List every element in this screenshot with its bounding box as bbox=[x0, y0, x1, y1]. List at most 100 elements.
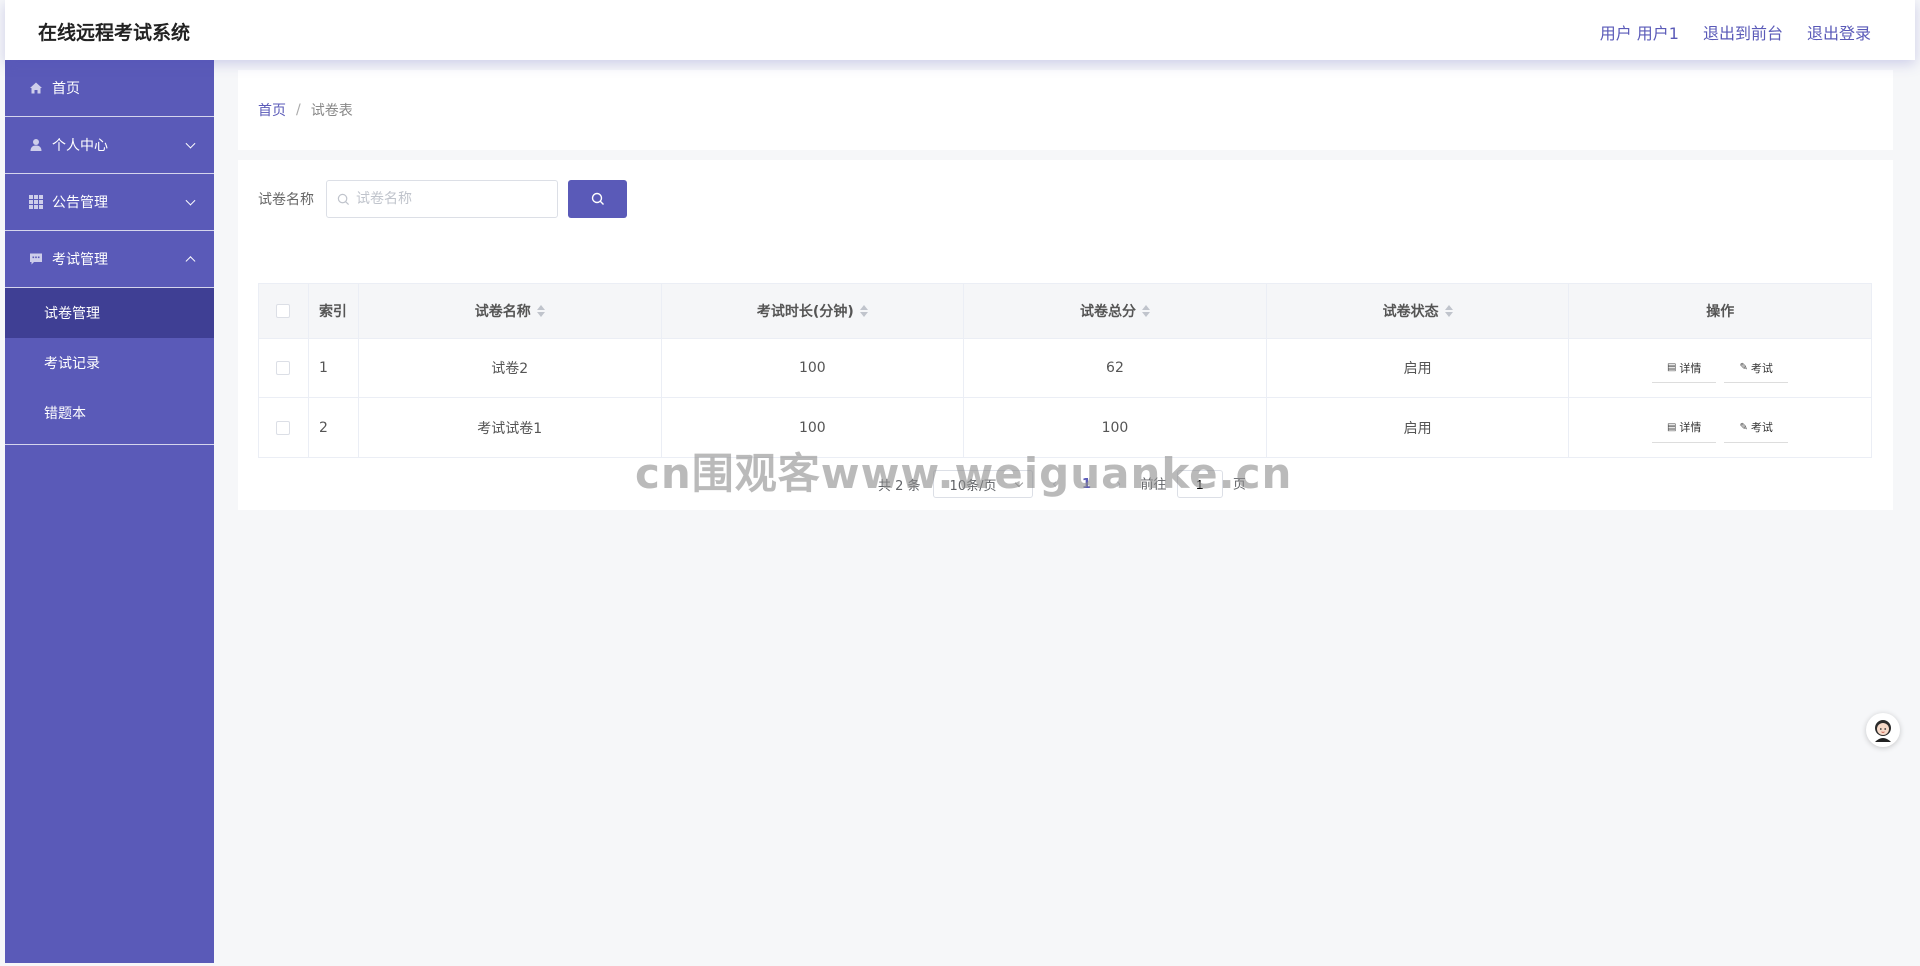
chevron-up-icon bbox=[185, 256, 196, 267]
detail-button[interactable]: ▤ 详情 bbox=[1652, 353, 1717, 383]
exam-submenu: 试卷管理 考试记录 错题本 bbox=[5, 288, 214, 445]
sidebar-item-home[interactable]: 首页 bbox=[5, 60, 214, 117]
sidebar-subitem-paper-manage[interactable]: 试卷管理 bbox=[5, 288, 214, 338]
goto-page: 前往 页 bbox=[1141, 470, 1246, 498]
back-to-front-link[interactable]: 退出到前台 bbox=[1703, 20, 1783, 44]
table-row: 2 考试试卷1 100 100 启用 ▤ 详情 ✎ 考试 bbox=[259, 398, 1871, 457]
row-checkbox-cell bbox=[259, 398, 309, 457]
user-icon bbox=[29, 138, 43, 152]
goto-suffix: 页 bbox=[1232, 477, 1246, 493]
pagination-total: 共 2 条 bbox=[878, 478, 921, 494]
detail-button[interactable]: ▤ 详情 bbox=[1652, 412, 1717, 443]
header-operations: 操作 bbox=[1706, 304, 1735, 320]
prev-page-button[interactable]: ‹ bbox=[1045, 477, 1065, 492]
next-page-button[interactable]: › bbox=[1109, 477, 1129, 492]
select-all-checkbox[interactable] bbox=[276, 304, 291, 318]
sidebar-subitem-wrong-book[interactable]: 错题本 bbox=[5, 388, 214, 438]
sidebar-item-personal[interactable]: 个人中心 bbox=[5, 117, 214, 174]
breadcrumb-separator: / bbox=[296, 102, 301, 118]
header-label: 试卷总分 bbox=[1079, 304, 1136, 320]
row-checkbox[interactable] bbox=[276, 420, 291, 435]
cell-index: 2 bbox=[309, 398, 359, 457]
header-index: 索引 bbox=[309, 284, 359, 338]
cell-duration: 100 bbox=[662, 339, 965, 397]
edit-icon: ✎ bbox=[1739, 362, 1748, 373]
cell-operations: ▤ 详情 ✎ 考试 bbox=[1569, 398, 1871, 457]
sidebar-item-label: 个人中心 bbox=[52, 138, 108, 154]
button-label: 详情 bbox=[1679, 421, 1702, 434]
exam-button[interactable]: ✎ 考试 bbox=[1724, 412, 1789, 443]
search-input[interactable] bbox=[356, 191, 536, 207]
cell-status: 启用 bbox=[1267, 398, 1570, 457]
header-checkbox-cell bbox=[259, 284, 309, 338]
chevron-down-icon bbox=[185, 138, 196, 149]
sidebar: 首页 个人中心 公告管理 考试管理 试卷管理 考试记录 错题本 bbox=[5, 60, 214, 963]
table-header-row: 索引 试卷名称 考试时长(分钟) 试卷总分 试卷状态 操作 bbox=[259, 284, 1871, 339]
cell-duration: 100 bbox=[662, 398, 965, 457]
search-input-wrapper bbox=[326, 180, 558, 218]
page-size-value: 10条/页 bbox=[949, 478, 997, 494]
header-status[interactable]: 试卷状态 bbox=[1267, 284, 1570, 338]
exam-button[interactable]: ✎ 考试 bbox=[1724, 353, 1789, 383]
header-label: 试卷状态 bbox=[1382, 304, 1439, 320]
logout-link[interactable]: 退出登录 bbox=[1807, 20, 1871, 44]
sort-icon[interactable] bbox=[859, 305, 868, 317]
message-icon bbox=[29, 252, 43, 266]
top-header: 在线远程考试系统 用户 用户1 退出到前台 退出登录 bbox=[5, 0, 1915, 60]
document-icon: ▤ bbox=[1666, 362, 1677, 373]
button-label: 考试 bbox=[1750, 421, 1773, 434]
search-label: 试卷名称 bbox=[258, 192, 314, 208]
cell-paper-name: 考试试卷1 bbox=[359, 398, 662, 457]
button-label: 考试 bbox=[1750, 361, 1773, 375]
cell-operations: ▤ 详情 ✎ 考试 bbox=[1569, 339, 1871, 397]
search-icon bbox=[591, 192, 604, 205]
goto-page-input[interactable] bbox=[1176, 470, 1223, 498]
table-row: 1 试卷2 100 62 启用 ▤ 详情 ✎ 考试 bbox=[259, 339, 1871, 398]
sidebar-item-notice[interactable]: 公告管理 bbox=[5, 174, 214, 231]
sidebar-item-label: 首页 bbox=[52, 81, 80, 97]
cell-total-score: 62 bbox=[964, 339, 1267, 397]
sort-icon[interactable] bbox=[536, 305, 545, 317]
row-checkbox-cell bbox=[259, 339, 309, 397]
chevron-down-icon bbox=[185, 195, 196, 206]
sort-icon[interactable] bbox=[1141, 305, 1150, 317]
edit-icon: ✎ bbox=[1739, 421, 1748, 433]
sidebar-item-exam[interactable]: 考试管理 bbox=[5, 231, 214, 288]
cell-index: 1 bbox=[309, 339, 359, 397]
header-paper-name[interactable]: 试卷名称 bbox=[359, 284, 662, 338]
button-label: 详情 bbox=[1679, 361, 1702, 375]
app-frame: 在线远程考试系统 用户 用户1 退出到前台 退出登录 首页 个人中心 公告管理 … bbox=[0, 0, 1920, 966]
sidebar-subitem-exam-record[interactable]: 考试记录 bbox=[5, 338, 214, 388]
page-number-current[interactable]: 1 bbox=[1077, 477, 1097, 492]
paper-table: 索引 试卷名称 考试时长(分钟) 试卷总分 试卷状态 操作 1 试卷2 100 … bbox=[258, 283, 1872, 458]
user-label[interactable]: 用户 用户1 bbox=[1600, 20, 1679, 44]
search-button[interactable] bbox=[568, 180, 627, 218]
row-checkbox[interactable] bbox=[276, 361, 291, 375]
sidebar-item-label: 公告管理 bbox=[52, 195, 108, 211]
search-icon bbox=[337, 193, 350, 205]
avatar-icon bbox=[1875, 720, 1891, 742]
page-size-select[interactable]: 10条/页 bbox=[932, 470, 1033, 498]
sort-icon[interactable] bbox=[1444, 305, 1453, 317]
content-card: 试卷名称 索引 试卷名称 考试时长(分钟) 试卷总分 试卷状态 操作 bbox=[238, 160, 1893, 510]
home-icon bbox=[29, 81, 43, 95]
document-icon: ▤ bbox=[1666, 421, 1677, 433]
breadcrumb: 首页 / 试卷表 bbox=[238, 70, 1893, 150]
pagination: 共 2 条 10条/页 ‹ 1 › 前往 页 bbox=[878, 470, 1246, 498]
chevron-down-icon bbox=[1014, 478, 1023, 488]
sidebar-item-label: 考试管理 bbox=[52, 252, 108, 268]
header-label: 试卷名称 bbox=[474, 304, 531, 320]
grid-icon bbox=[29, 195, 43, 209]
cell-paper-name: 试卷2 bbox=[359, 339, 662, 397]
cell-total-score: 100 bbox=[964, 398, 1267, 457]
header-actions: 用户 用户1 退出到前台 退出登录 bbox=[1600, 20, 1871, 44]
search-row: 试卷名称 bbox=[258, 180, 627, 218]
assistant-avatar[interactable] bbox=[1866, 713, 1900, 747]
header-total-score[interactable]: 试卷总分 bbox=[964, 284, 1267, 338]
goto-label: 前往 bbox=[1140, 477, 1167, 493]
breadcrumb-current: 试卷表 bbox=[310, 103, 353, 119]
header-duration[interactable]: 考试时长(分钟) bbox=[662, 284, 965, 338]
cell-status: 启用 bbox=[1267, 339, 1570, 397]
breadcrumb-home[interactable]: 首页 bbox=[258, 100, 286, 120]
main-content: 首页 / 试卷表 试卷名称 索引 试卷名称 考试时长(分 bbox=[238, 70, 1893, 510]
